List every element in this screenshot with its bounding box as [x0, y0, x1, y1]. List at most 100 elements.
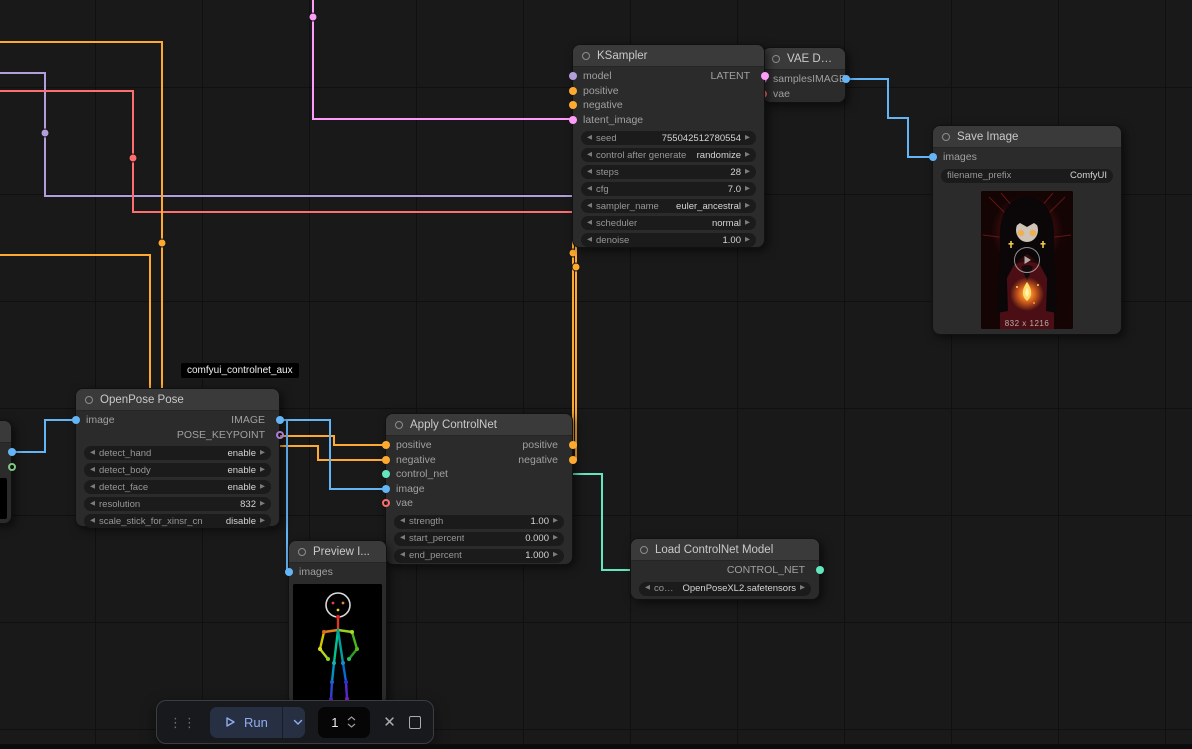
- in-port-vae[interactable]: [381, 499, 390, 508]
- widget-filename-prefix[interactable]: filename_prefix ComfyUI: [941, 168, 1113, 183]
- increment-arrow-icon[interactable]: ▶: [260, 483, 265, 491]
- decrement-arrow-icon[interactable]: ◀: [90, 517, 95, 525]
- widget-seed[interactable]: ◀ seed 755042512780554 ▶: [581, 131, 756, 145]
- in-port-images[interactable]: [928, 153, 937, 162]
- node-graph-canvas[interactable]: IMAGEMASK KSampler modelLATENTpositivene…: [0, 0, 1192, 749]
- decrement-icon[interactable]: [347, 723, 356, 728]
- decrement-arrow-icon[interactable]: ◀: [587, 202, 592, 210]
- decrement-arrow-icon[interactable]: ◀: [90, 500, 95, 508]
- collapse-dot[interactable]: [582, 51, 590, 60]
- widget-detect-hand[interactable]: ◀ detect_hand enable ▶: [84, 446, 271, 460]
- in-port-model[interactable]: [568, 72, 577, 81]
- in-port-image[interactable]: [381, 484, 390, 493]
- decrement-arrow-icon[interactable]: ◀: [90, 449, 95, 457]
- increment-arrow-icon[interactable]: ▶: [553, 552, 558, 559]
- widget-sampler-name[interactable]: ◀ sampler_name euler_ancestral ▶: [581, 199, 756, 213]
- increment-arrow-icon[interactable]: ▶: [745, 168, 750, 176]
- increment-arrow-icon[interactable]: ▶: [260, 449, 265, 457]
- node-header[interactable]: [0, 421, 11, 443]
- increment-arrow-icon[interactable]: ▶: [745, 151, 750, 159]
- in-port-positive[interactable]: [568, 86, 577, 95]
- out-port-IMAGE[interactable]: [7, 448, 16, 457]
- node-load-controlnet-model[interactable]: Load ControlNet Model CONTROL_NET ◀ contr…: [630, 538, 824, 600]
- drag-handle-icon[interactable]: ⋮⋮: [169, 716, 197, 729]
- increment-arrow-icon[interactable]: ▶: [745, 236, 750, 244]
- collapse-dot[interactable]: [772, 54, 780, 63]
- run-options-dropdown[interactable]: [281, 706, 305, 738]
- node-load-image-partial[interactable]: IMAGEMASK: [0, 420, 16, 524]
- in-port-negative[interactable]: [568, 101, 577, 110]
- out-port-POSE_KEYPOINT[interactable]: [275, 430, 284, 439]
- increment-icon[interactable]: [347, 716, 356, 721]
- decrement-arrow-icon[interactable]: ◀: [90, 483, 95, 491]
- decrement-arrow-icon[interactable]: ◀: [400, 518, 405, 525]
- widget-scheduler[interactable]: ◀ scheduler normal ▶: [581, 216, 756, 230]
- collapse-dot[interactable]: [395, 420, 403, 429]
- decrement-arrow-icon[interactable]: ◀: [400, 552, 405, 559]
- reroute-dot[interactable]: [157, 238, 167, 248]
- increment-arrow-icon[interactable]: ▶: [260, 466, 265, 474]
- increment-arrow-icon[interactable]: ▶: [745, 134, 750, 142]
- cancel-button close-icon[interactable]: ✕: [383, 715, 396, 730]
- batch-count-input[interactable]: 1: [318, 706, 371, 738]
- collapse-dot[interactable]: [942, 132, 950, 141]
- widget-detect-body[interactable]: ◀ detect_body enable ▶: [84, 463, 271, 477]
- node-header[interactable]: Preview I...: [289, 541, 386, 563]
- decrement-arrow-icon[interactable]: ◀: [587, 219, 592, 227]
- collapse-dot[interactable]: [85, 395, 93, 404]
- node-apply-controlnet[interactable]: Apply ControlNet positive positive negativ…: [381, 413, 577, 565]
- node-openpose-pose[interactable]: OpenPose Pose image IMAGE POSE_KEYPOINT ◀ d…: [71, 388, 284, 528]
- widget-control-after-generate[interactable]: ◀ control after generate randomize ▶: [581, 148, 756, 162]
- node-header[interactable]: OpenPose Pose: [76, 389, 279, 411]
- node-header[interactable]: VAE Decode: [763, 48, 845, 70]
- node-vae-decode[interactable]: VAE Decode samplesIMAGEvae: [758, 47, 850, 103]
- reroute-dot[interactable]: [40, 128, 50, 138]
- decrement-arrow-icon[interactable]: ◀: [587, 151, 592, 159]
- in-port-latent_image[interactable]: [568, 115, 577, 124]
- reroute-dot[interactable]: [308, 12, 318, 22]
- decrement-arrow-icon[interactable]: ◀: [90, 466, 95, 474]
- play-overlay-icon[interactable]: [1014, 246, 1040, 273]
- reroute-dot[interactable]: [128, 153, 138, 163]
- collapse-dot[interactable]: [298, 547, 306, 556]
- decrement-arrow-icon[interactable]: ◀: [587, 134, 592, 142]
- increment-arrow-icon[interactable]: ▶: [800, 585, 805, 592]
- widget-cfg[interactable]: ◀ cfg 7.0 ▶: [581, 182, 756, 196]
- in-port-image[interactable]: [71, 416, 80, 425]
- widget-denoise[interactable]: ◀ denoise 1.00 ▶: [581, 233, 756, 247]
- collapse-dot[interactable]: [640, 545, 648, 554]
- node-preview-image[interactable]: Preview I... images: [284, 540, 387, 705]
- node-ksampler[interactable]: KSampler model LATENT positive negative late…: [568, 44, 769, 248]
- in-port-negative[interactable]: [381, 455, 390, 464]
- decrement-arrow-icon[interactable]: ◀: [587, 168, 592, 176]
- out-port-positive[interactable]: [568, 441, 577, 450]
- widget-contr-[interactable]: ◀ contr... OpenPoseXL2.safetensors ▶: [639, 581, 811, 596]
- widget-strength[interactable]: ◀ strength 1.00 ▶: [394, 514, 564, 529]
- reroute-dot[interactable]: [571, 262, 581, 272]
- widget-resolution[interactable]: ◀ resolution 832 ▶: [84, 497, 271, 511]
- widget-scale-stick-for-xinsr-cn[interactable]: ◀ scale_stick_for_xinsr_cn disable ▶: [84, 514, 271, 528]
- widget-detect-face[interactable]: ◀ detect_face enable ▶: [84, 480, 271, 494]
- increment-arrow-icon[interactable]: ▶: [260, 500, 265, 508]
- run-button[interactable]: Run: [210, 707, 282, 738]
- in-port-control_net[interactable]: [381, 470, 390, 479]
- decrement-arrow-icon[interactable]: ◀: [587, 185, 592, 193]
- widget-steps[interactable]: ◀ steps 28 ▶: [581, 165, 756, 179]
- decrement-arrow-icon[interactable]: ◀: [645, 585, 650, 592]
- widget-start-percent[interactable]: ◀ start_percent 0.000 ▶: [394, 531, 564, 546]
- in-port-images[interactable]: [284, 568, 293, 577]
- out-port-LATENT[interactable]: [760, 72, 769, 81]
- node-save-image[interactable]: Save Image images filename_prefix ComfyUI: [928, 125, 1122, 335]
- decrement-arrow-icon[interactable]: ◀: [400, 535, 405, 542]
- increment-arrow-icon[interactable]: ▶: [745, 202, 750, 210]
- increment-arrow-icon[interactable]: ▶: [553, 535, 558, 542]
- widget-end-percent[interactable]: ◀ end_percent 1.000 ▶: [394, 548, 564, 563]
- increment-arrow-icon[interactable]: ▶: [745, 219, 750, 227]
- stop-button[interactable]: [408, 715, 421, 729]
- decrement-arrow-icon[interactable]: ◀: [587, 236, 592, 244]
- node-header[interactable]: Save Image: [933, 126, 1121, 148]
- out-port-MASK[interactable]: [7, 462, 16, 471]
- out-port-negative[interactable]: [568, 455, 577, 464]
- node-header[interactable]: Load ControlNet Model: [631, 539, 819, 561]
- in-port-positive[interactable]: [381, 441, 390, 450]
